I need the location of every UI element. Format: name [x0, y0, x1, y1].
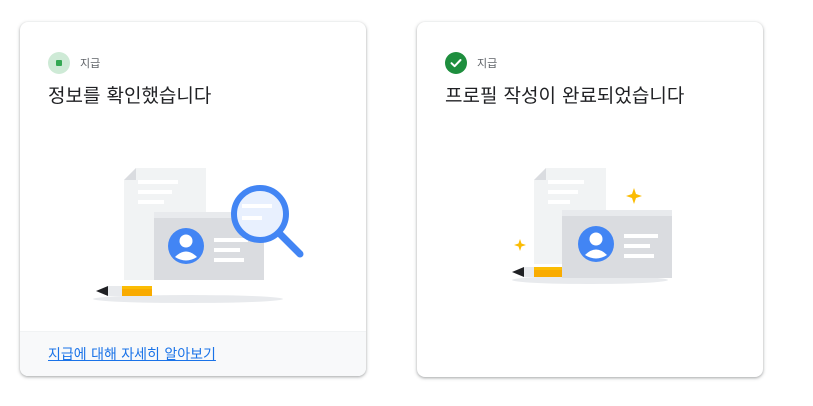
card-title: 정보를 확인했습니다 [48, 85, 212, 107]
document-id-card-sparkles-illustration [500, 164, 680, 293]
card-title: 프로필 작성이 완료되었습니다 [445, 85, 685, 107]
verification-card: 지급 정보를 확인했습니다 지급에 대해 자세히 알아보기 [20, 22, 366, 376]
document-id-card-magnifier-illustration [78, 162, 308, 311]
card-footer: 지급에 대해 자세히 알아보기 [20, 331, 366, 376]
learn-more-link[interactable]: 지급에 대해 자세히 알아보기 [48, 344, 216, 364]
pending-status-icon [48, 52, 70, 74]
status-label: 지급 [80, 57, 101, 70]
check-circle-icon [445, 52, 467, 74]
status-row: 지급 [48, 52, 100, 74]
status-row: 지급 [445, 52, 497, 74]
status-label: 지급 [477, 57, 498, 70]
profile-complete-card: 지급 프로필 작성이 완료되었습니다 [417, 22, 763, 377]
